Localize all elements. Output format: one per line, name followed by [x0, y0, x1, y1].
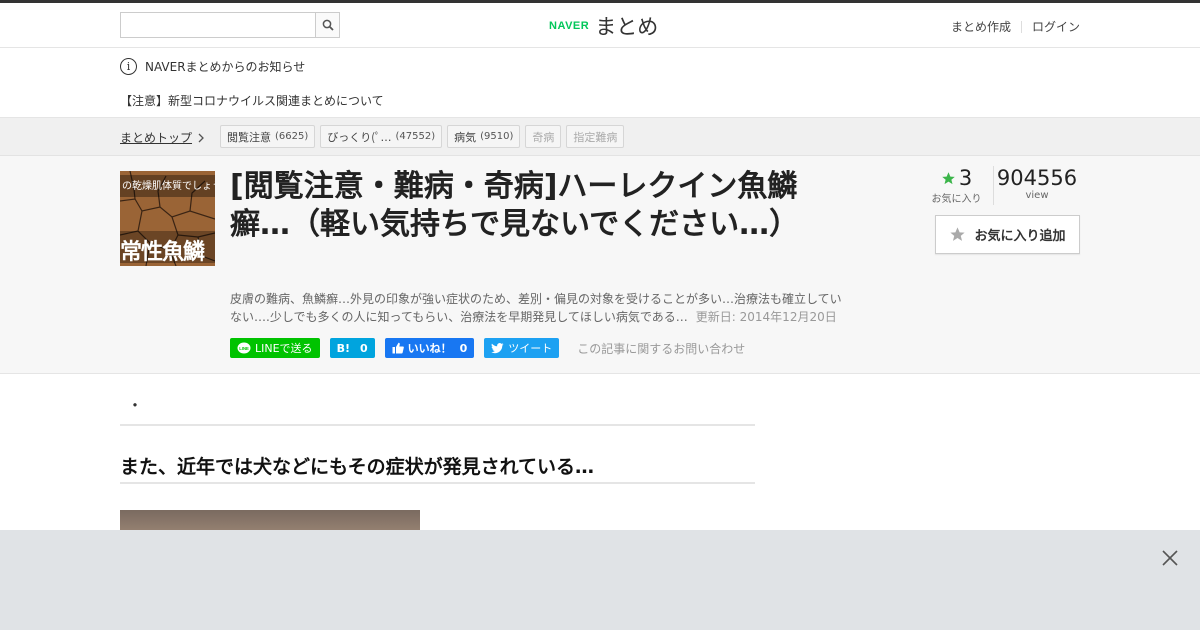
star-outline-icon	[950, 227, 966, 241]
bullet-item: ・	[120, 392, 755, 426]
favorite-count-row: 3	[920, 166, 993, 190]
tag-item[interactable]: 指定難病	[566, 125, 625, 148]
article-thumbnail[interactable]: の乾燥肌体質でしょうか 常性魚鱗	[120, 171, 215, 266]
breadcrumb-top[interactable]: まとめトップ	[120, 129, 192, 146]
login-link[interactable]: ログイン	[1032, 18, 1080, 35]
add-favorite-button[interactable]: お気に入り追加	[935, 215, 1080, 254]
nav-divider	[1020, 20, 1022, 33]
social-buttons: LINE LINEで送る B! 0 いいね！ 0 ツイート この記事に関するお問…	[230, 338, 745, 358]
section-heading: また、近年では犬などにもその症状が発見されている…	[120, 452, 755, 484]
thumb-caption-top: の乾燥肌体質でしょうか	[122, 181, 215, 192]
header-nav: まとめ作成 ログイン	[951, 18, 1080, 35]
svg-text:LINE: LINE	[239, 346, 249, 351]
line-label: LINEで送る	[255, 342, 313, 355]
tag-item[interactable]: 奇病	[525, 125, 562, 148]
search-form	[120, 12, 340, 38]
search-icon	[322, 19, 334, 31]
fb-like-count: 0	[459, 341, 468, 355]
tag-label: 指定難病	[573, 130, 618, 144]
search-button[interactable]	[315, 12, 340, 38]
tag-item[interactable]: 病気 (9510)	[447, 125, 521, 148]
logo-matome: まとめ	[595, 15, 659, 39]
article-description: 皮膚の難病、魚鱗癬…外見の印象が強い症状のため、差別・偏見の対象を受けることが多…	[230, 290, 850, 326]
notice-area: i NAVERまとめからのお知らせ 【注意】新型コロナウイルス関連まとめについて	[0, 48, 1200, 118]
chevron-right-icon	[198, 133, 204, 142]
article-title: [閲覧注意・難病・奇病]ハーレクイン魚鱗癬…（軽い気持ちで見ないでください…）	[230, 169, 800, 242]
thumb-caption-bottom: 常性魚鱗	[120, 240, 205, 265]
article-stats: 3 お気に入り 904556 view	[920, 166, 1080, 205]
site-header: NAVER まとめ まとめ作成 ログイン	[0, 3, 1200, 48]
logo-naver: NAVER	[549, 20, 590, 32]
tag-label: 病気	[454, 130, 477, 144]
article-inquiry-link[interactable]: この記事に関するお問い合わせ	[577, 340, 745, 357]
article-header: の乾燥肌体質でしょうか 常性魚鱗 [閲覧注意・難病・奇病]ハーレクイン魚鱗癬…（…	[0, 156, 1200, 374]
tag-list: 閲覧注意 (6625) びっくり(ﾟ… (47552) 病気 (9510) 奇病 指定…	[220, 125, 625, 148]
view-count: 904556	[996, 166, 1078, 190]
close-icon[interactable]	[1160, 548, 1180, 568]
search-input[interactable]	[120, 12, 315, 38]
tweet-button[interactable]: ツイート	[484, 338, 560, 358]
site-logo[interactable]: NAVER まとめ	[549, 11, 658, 41]
favorite-count: 3	[958, 166, 973, 190]
breadcrumb[interactable]: まとめトップ	[120, 129, 205, 146]
thumbs-up-icon	[392, 342, 404, 354]
tag-item[interactable]: 閲覧注意 (6625)	[220, 125, 316, 148]
hatena-bookmark-button[interactable]: B! 0	[329, 338, 375, 358]
notice-title: NAVERまとめからのお知らせ	[145, 60, 306, 74]
add-favorite-label: お気に入り追加	[974, 229, 1066, 244]
tweet-label: ツイート	[508, 342, 553, 355]
twitter-bird-icon	[491, 342, 504, 353]
tag-label: びっくり(ﾟ…	[327, 130, 392, 144]
tag-bar: まとめトップ 閲覧注意 (6625) びっくり(ﾟ… (47552) 病気 (9510…	[0, 118, 1200, 156]
view-label: view	[1025, 190, 1049, 201]
tag-count: (9510)	[480, 131, 514, 142]
notice-item-link[interactable]: 【注意】新型コロナウイルス関連まとめについて	[120, 92, 384, 109]
facebook-like-button[interactable]: いいね！ 0	[384, 338, 475, 358]
updated-date: 更新日: 2014年12月20日	[695, 310, 837, 324]
line-icon: LINE	[237, 342, 251, 353]
star-icon	[942, 171, 955, 184]
hatena-count: 0	[359, 341, 368, 355]
fb-like-label: いいね！	[407, 342, 452, 355]
info-icon: i	[120, 58, 137, 75]
tag-item[interactable]: びっくり(ﾟ… (47552)	[320, 125, 443, 148]
tag-label: 閲覧注意	[227, 130, 271, 144]
favorite-label: お気に入り	[931, 194, 982, 205]
tag-count: (47552)	[395, 131, 436, 142]
tag-count: (6625)	[275, 131, 309, 142]
view-stat: 904556 view	[994, 166, 1080, 205]
tag-label: 奇病	[532, 130, 555, 144]
hatena-icon: B!	[336, 341, 350, 355]
notice-header: i NAVERまとめからのお知らせ	[120, 58, 305, 75]
line-share-button[interactable]: LINE LINEで送る	[230, 338, 320, 358]
create-matome-link[interactable]: まとめ作成	[951, 18, 1011, 35]
bottom-ad-overlay	[0, 530, 1200, 630]
favorite-stat: 3 お気に入り	[920, 166, 994, 205]
